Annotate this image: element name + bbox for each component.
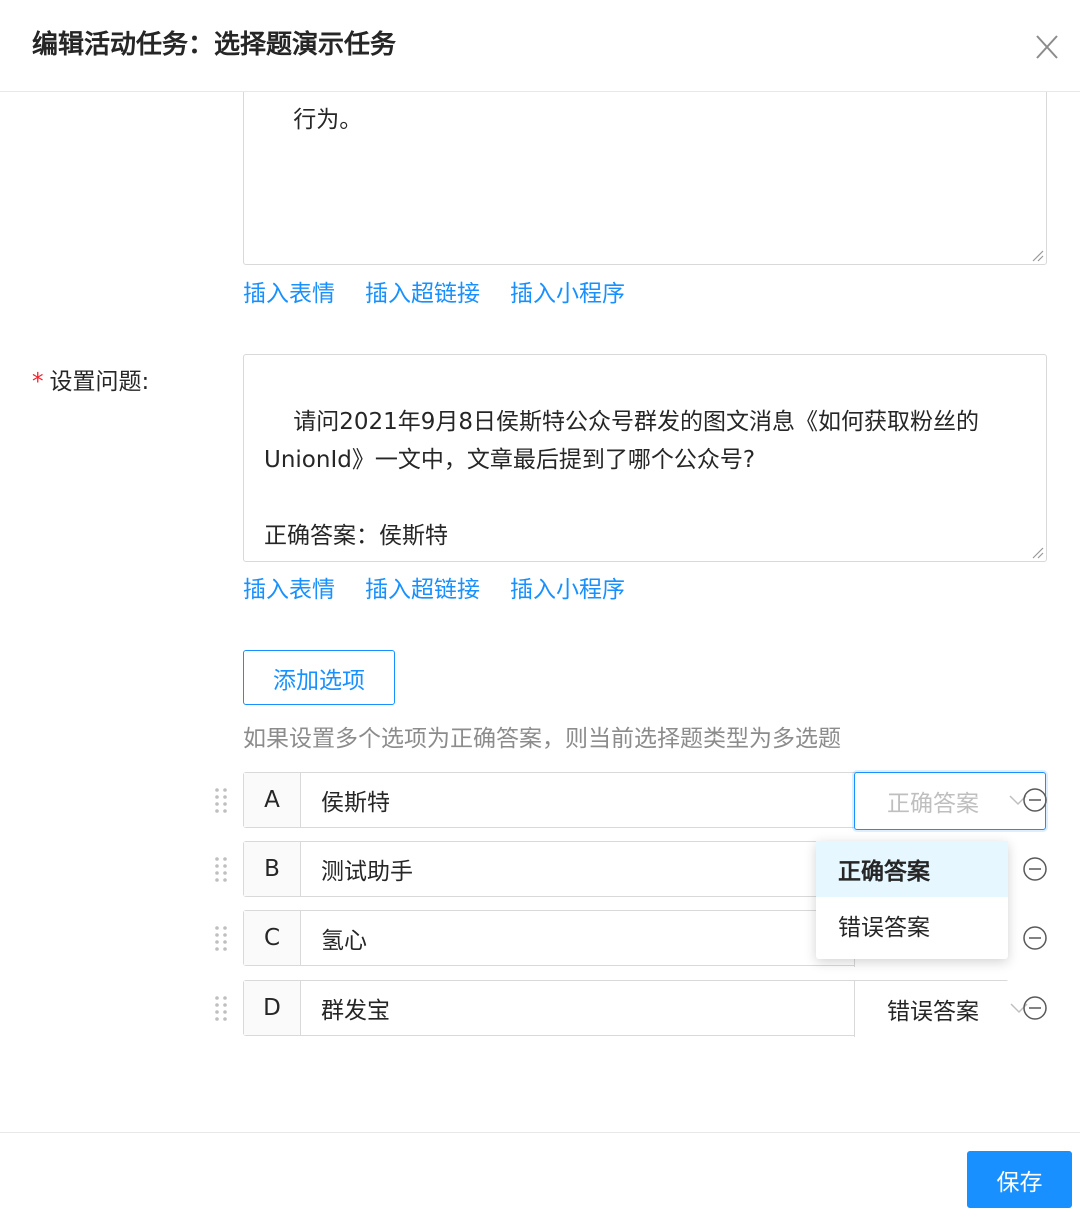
question-label-text: 设置问题: xyxy=(49,369,150,395)
remove-circle-icon[interactable] xyxy=(1020,993,1050,1023)
drag-handle-icon[interactable] xyxy=(206,993,236,1023)
close-icon[interactable] xyxy=(1032,28,1062,64)
remove-circle-icon[interactable] xyxy=(1020,785,1050,815)
option-row: D 群发宝 错误答案 xyxy=(206,980,1056,1037)
required-mark: * xyxy=(32,369,44,395)
insert-emoji-link[interactable]: 插入表情 xyxy=(243,572,335,608)
drag-handle-icon[interactable] xyxy=(206,854,236,884)
dropdown-option-wrong[interactable]: 错误答案 xyxy=(816,897,1008,953)
add-option-button[interactable]: 添加选项 xyxy=(243,650,395,705)
remove-circle-icon[interactable] xyxy=(1020,923,1050,953)
resize-handle-icon[interactable] xyxy=(1030,248,1044,262)
task-description-text: 行为。 xyxy=(293,107,363,133)
option-letter: C xyxy=(244,911,301,965)
insert-miniprogram-link[interactable]: 插入小程序 xyxy=(510,276,625,312)
answer-select-value: 正确答案 xyxy=(887,791,979,817)
remove-circle-icon[interactable] xyxy=(1020,854,1050,884)
question-textarea[interactable]: 请问2021年9月8日侯斯特公众号群发的图文消息《如何获取粉丝的UnionId》… xyxy=(243,354,1047,562)
option-row: A 侯斯特 正确答案 xyxy=(206,772,1056,830)
insert-toolbar: 插入表情 插入超链接 插入小程序 xyxy=(243,572,625,608)
answer-select[interactable]: 错误答案 xyxy=(854,981,1046,1037)
dialog-title: 编辑活动任务：选择题演示任务 xyxy=(32,30,397,60)
option-letter: A xyxy=(244,773,301,827)
option-letter: B xyxy=(244,842,301,896)
resize-handle-icon[interactable] xyxy=(1030,545,1044,559)
drag-handle-icon[interactable] xyxy=(206,923,236,953)
task-description-textarea[interactable]: 行为。 xyxy=(243,92,1047,265)
insert-emoji-link[interactable]: 插入表情 xyxy=(243,276,335,312)
insert-miniprogram-link[interactable]: 插入小程序 xyxy=(510,572,625,608)
insert-toolbar: 插入表情 插入超链接 插入小程序 xyxy=(243,276,625,312)
drag-handle-icon[interactable] xyxy=(206,785,236,815)
insert-hyperlink-link[interactable]: 插入超链接 xyxy=(365,572,480,608)
answer-select-value: 错误答案 xyxy=(887,999,979,1025)
question-label: * 设置问题: xyxy=(32,365,149,399)
answer-dropdown-menu: 正确答案 错误答案 xyxy=(816,841,1008,959)
option-letter: D xyxy=(244,981,301,1035)
dialog-footer: 保存 xyxy=(0,1132,1080,1217)
option-input-group: D 群发宝 错误答案 xyxy=(243,980,1046,1037)
option-input-group: A 侯斯特 正确答案 xyxy=(243,772,1046,830)
answer-select[interactable]: 正确答案 xyxy=(854,772,1046,830)
dialog-header: 编辑活动任务：选择题演示任务 xyxy=(0,0,1080,92)
save-button[interactable]: 保存 xyxy=(967,1151,1072,1208)
question-text: 请问2021年9月8日侯斯特公众号群发的图文消息《如何获取粉丝的UnionId》… xyxy=(264,409,980,549)
dropdown-option-correct[interactable]: 正确答案 xyxy=(816,841,1008,897)
insert-hyperlink-link[interactable]: 插入超链接 xyxy=(365,276,480,312)
dialog-body[interactable]: 行为。 插入表情 插入超链接 插入小程序 * 设置问题: 请问2021年9月8日侯… xyxy=(0,92,1080,1132)
multi-choice-hint: 如果设置多个选项为正确答案，则当前选择题类型为多选题 xyxy=(243,726,841,752)
